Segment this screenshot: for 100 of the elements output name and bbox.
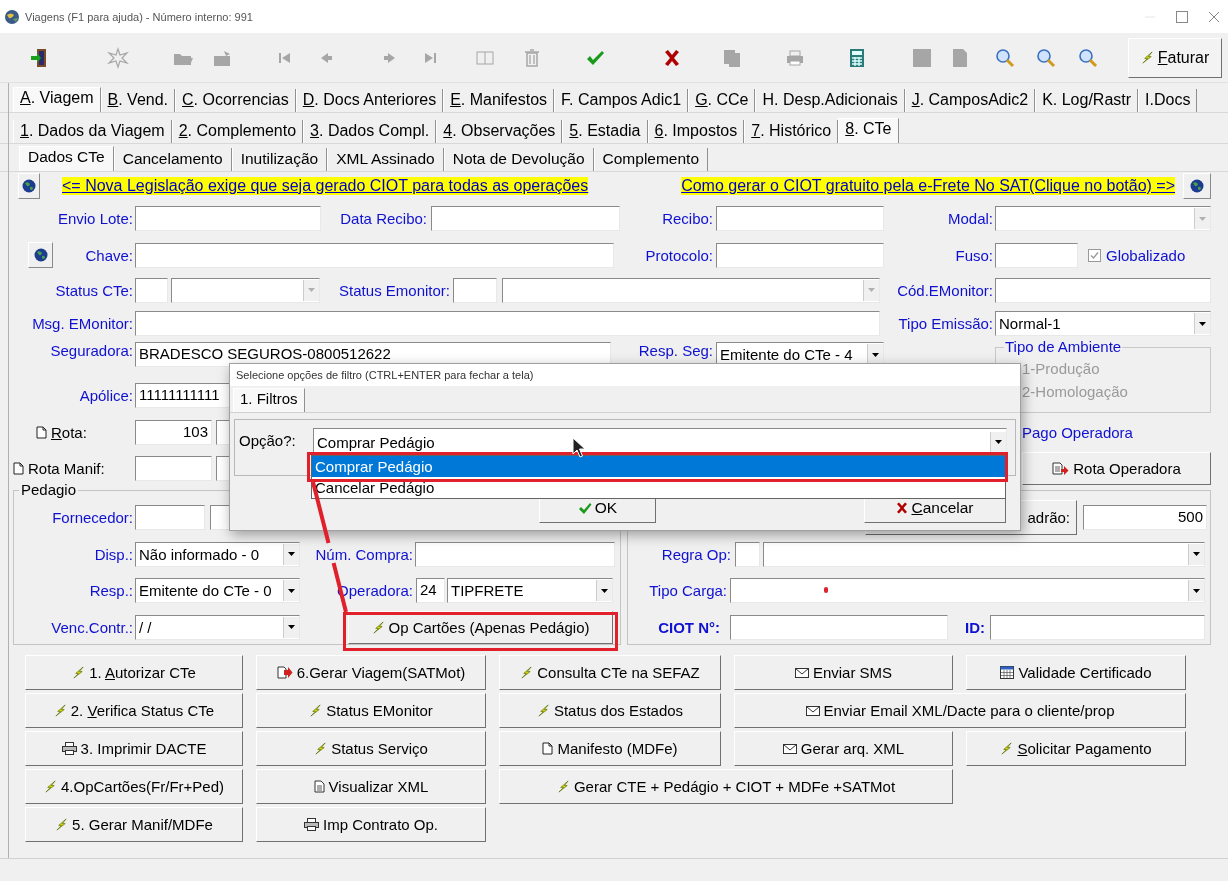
action-button[interactable]: 3. Imprimir DACTE: [25, 731, 243, 766]
tab[interactable]: H. Desp.Adicionais: [755, 89, 905, 112]
action-button[interactable]: Visualizar XML: [256, 769, 486, 804]
lightning-icon: [55, 818, 69, 831]
link[interactable]: Como gerar o CIOT gratuito pela e-Frete No SAT(Clique no botão) =>: [681, 177, 1175, 195]
document-icon: [36, 426, 47, 439]
field-label: Resp.:: [88, 582, 133, 599]
tab[interactable]: D. Docs Anteriores: [295, 89, 444, 112]
dropdown[interactable]: Não informado - 0: [135, 541, 300, 567]
action-button[interactable]: Status Serviço: [256, 731, 486, 766]
field-label: Seguradora:: [49, 342, 133, 359]
text-field[interactable]: [415, 541, 615, 567]
tab[interactable]: Cancelamento: [113, 148, 232, 171]
action-button[interactable]: Status dos Estados: [499, 693, 721, 728]
action-button[interactable]: 6.Gerar Viagem(SATMot): [256, 655, 486, 690]
field-label: CIOT N°:: [657, 618, 720, 636]
text-field[interactable]: 500: [1083, 505, 1207, 530]
text-field[interactable]: [135, 311, 880, 336]
tab[interactable]: 4. Observações: [436, 120, 563, 143]
tab[interactable]: 5. Estadia: [562, 120, 648, 143]
text-field[interactable]: [135, 505, 205, 530]
action-button[interactable]: Enviar Email XML/Dacte para o cliente/prop: [734, 693, 1186, 728]
maximize-icon[interactable]: [1176, 10, 1188, 23]
action-button[interactable]: Status EMonitor: [256, 693, 486, 728]
window-title: Viagens (F1 para ajuda) - Número interno: 991: [25, 10, 253, 23]
action-button[interactable]: Validade Certificado: [966, 655, 1186, 690]
globe-button[interactable]: [18, 173, 40, 199]
tab[interactable]: F. Campos Adic1: [554, 89, 689, 112]
tab[interactable]: E. Manifestos: [443, 89, 555, 112]
text-field[interactable]: [135, 277, 168, 303]
text-field[interactable]: [135, 206, 321, 231]
action-button[interactable]: 2. Verifica Status CTe: [25, 693, 243, 728]
text-field[interactable]: [453, 277, 497, 303]
field-label: Resp. Seg:: [637, 342, 713, 359]
check-icon: [577, 501, 592, 515]
action-button[interactable]: 5. Gerar Manif/MDFe: [25, 807, 243, 842]
tab[interactable]: G. CCe: [688, 89, 756, 112]
tab[interactable]: C. Ocorrencias: [175, 89, 296, 112]
field-label: Venc.Contr.:: [50, 618, 133, 636]
action-button[interactable]: 1. Autorizar CTe: [25, 655, 243, 690]
action-button[interactable]: Gerar CTE + Pedágio + CIOT + MDFe +SATMot: [499, 769, 953, 804]
tab[interactable]: Dados CTe: [19, 146, 114, 171]
action-button[interactable]: 4.OpCartões(Fr/Fr+Ped): [25, 769, 243, 804]
field-label: Pago Operadora: [1022, 424, 1134, 441]
action-button[interactable]: Enviar SMS: [734, 655, 953, 690]
magnifier-icon[interactable]: [1077, 46, 1099, 69]
globe-button[interactable]: [1183, 173, 1211, 199]
text-field[interactable]: [995, 242, 1078, 268]
dialog-title: Selecione opções de filtro (CTRL+ENTER para fechar a tela): [230, 364, 1020, 386]
field-label: Data Recibo:: [339, 210, 427, 227]
text-field[interactable]: 103: [135, 420, 212, 445]
tab[interactable]: 8. CTe: [838, 118, 899, 143]
link[interactable]: <= Nova Legislação exige que seja gerado CIOT para todas as operações: [62, 177, 589, 195]
action-button[interactable]: Manifesto (MDFe): [499, 731, 721, 766]
list-option[interactable]: Comprar Pedágio: [312, 456, 1005, 477]
tab[interactable]: B. Vend.: [100, 89, 176, 112]
text-field[interactable]: [716, 242, 884, 268]
tab[interactable]: 2. Complemento: [171, 120, 304, 143]
lightning-icon: [520, 666, 534, 679]
action-button[interactable]: Gerar arq. XML: [734, 731, 953, 766]
field-label: Tipo Carga:: [648, 582, 727, 599]
dropdown[interactable]: [763, 541, 1205, 567]
close-icon[interactable]: [1208, 10, 1220, 23]
tab[interactable]: A. Viagem: [13, 87, 101, 112]
tab[interactable]: Inutilização: [231, 148, 328, 171]
text-field[interactable]: [431, 206, 620, 231]
text-field[interactable]: [135, 242, 614, 268]
action-button[interactable]: Imp Contrato Op.: [256, 807, 486, 842]
text-field[interactable]: [995, 277, 1211, 303]
magnifier-icon[interactable]: [1035, 46, 1057, 69]
text-field[interactable]: [716, 206, 884, 231]
action-button[interactable]: Solicitar Pagamento: [966, 731, 1186, 766]
text-field[interactable]: [990, 614, 1205, 640]
tab[interactable]: 1. Filtros: [233, 388, 305, 412]
tab[interactable]: 3. Dados Compl.: [303, 120, 437, 143]
tab[interactable]: Nota de Devolução: [443, 148, 594, 171]
faturar-button[interactable]: Faturar: [1128, 37, 1222, 78]
document-icon: [542, 742, 554, 755]
text-field[interactable]: [735, 541, 760, 567]
tab[interactable]: J. CamposAdic2: [904, 89, 1036, 112]
text-field[interactable]: [135, 456, 212, 481]
tab[interactable]: K. Log/Rastr: [1035, 89, 1139, 112]
calendar-icon: [1000, 666, 1015, 679]
lightning-icon: [371, 620, 385, 634]
tab[interactable]: I.Docs: [1138, 89, 1198, 112]
dropdown[interactable]: Normal-1: [995, 311, 1211, 336]
action-button[interactable]: Rota Operadora: [1022, 452, 1211, 485]
tab[interactable]: 1. Dados da Viagem: [13, 120, 172, 143]
tab[interactable]: 6. Impostos: [647, 120, 745, 143]
dropdown[interactable]: / /: [135, 614, 300, 640]
magnifier-icon[interactable]: [994, 46, 1016, 69]
tab[interactable]: XML Assinado: [327, 148, 444, 171]
dropdown[interactable]: Emitente do CTe - 0: [135, 578, 300, 603]
lightning-icon: [44, 780, 57, 793]
globe-button[interactable]: [28, 242, 53, 268]
dropdown[interactable]: TIPFRETE: [447, 578, 613, 603]
tab[interactable]: Complemento: [593, 148, 709, 171]
text-field[interactable]: [730, 614, 948, 640]
action-button[interactable]: Consulta CTe na SEFAZ: [499, 655, 721, 690]
text-field[interactable]: 24: [416, 578, 445, 603]
